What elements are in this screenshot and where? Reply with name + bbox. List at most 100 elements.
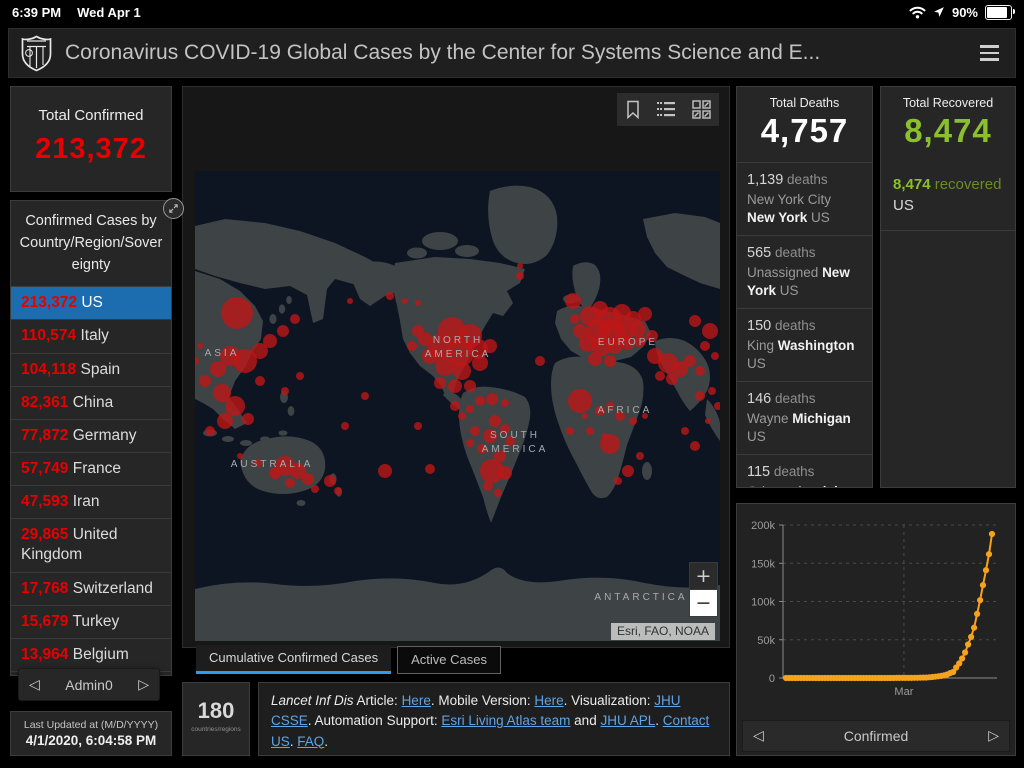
svg-text:Mar: Mar [894,686,913,698]
pager-label: Admin0 [65,676,113,693]
total-recovered-label: Total Recovered [902,96,994,110]
svg-text:50k: 50k [757,635,775,647]
country-row[interactable]: 213,372 US [11,287,171,321]
world-map[interactable]: ASIA NORTH AMERICA EUROPE AFRICA SOUTH AMERICA… [195,171,720,641]
svg-text:100k: 100k [751,597,775,609]
deaths-row[interactable]: 1,139 deaths New York City New York US [737,162,872,235]
recovered-row[interactable]: 8,474 recovered US [881,162,1015,231]
info-links-panel: Lancet Inf Dis Article: Here. Mobile Ver… [258,682,730,756]
region-count-value: 180 [197,698,235,723]
map-tab[interactable]: Active Cases [397,646,501,674]
info-text-segment: . Mobile Version: [430,693,535,708]
bookmark-icon[interactable] [625,100,641,119]
total-confirmed-label: Total Confirmed [38,107,144,124]
country-list-panel: Confirmed Cases by Country/Region/Sovere… [10,200,172,676]
svg-text:ASIA: ASIA [205,348,240,359]
info-text-segment: . Automation Support: [307,713,442,729]
trend-chart-panel: 0 50k 100k 150k 200k Mar ◁ Confirmed ▷ [736,503,1016,756]
status-bar: 6:39 PM Wed Apr 1 90% [0,0,1024,24]
info-text-segment: . [324,733,329,749]
jhu-logo-icon [21,35,52,72]
total-confirmed-value: 213,372 [35,133,147,165]
last-updated-panel: Last Updated at (M/D/YYYY) 4/1/2020, 6:0… [10,711,172,756]
svg-text:EUROPE: EUROPE [598,337,658,348]
menu-icon[interactable] [976,41,1003,65]
info-link[interactable]: Esri Living Atlas team [441,713,570,728]
app-header: Coronavirus COVID-19 Global Cases by the… [8,28,1016,78]
map-tabs: Cumulative Confirmed Cases Active Cases [196,645,501,674]
map-panel: ASIA NORTH AMERICA EUROPE AFRICA SOUTH AMERICA… [182,86,730,674]
pager-prev-icon[interactable]: ◁ [29,677,40,693]
svg-text:AUSTRALIA: AUSTRALIA [231,459,314,470]
location-arrow-icon [933,6,945,18]
region-count-label: countries/regions [191,726,241,733]
battery-icon [985,4,1015,20]
region-count-panel: 180 countries/regions [182,682,250,756]
country-row[interactable]: 29,865 United Kingdom [11,519,171,573]
last-updated-label: Last Updated at (M/D/YYYY) [23,719,159,731]
svg-text:200k: 200k [751,520,775,532]
country-row[interactable]: 104,118 Spain [11,354,171,387]
info-text-segment: . [655,713,663,729]
zoom-out-button[interactable]: − [690,590,717,616]
zoom-in-button[interactable]: + [690,563,717,590]
total-deaths-panel: Total Deaths 4,757 1,139 deaths New York … [736,86,873,488]
country-list: 213,372 US 110,574 Italy 104,118 Spain 82,3… [11,287,171,672]
info-link[interactable]: JHU APL [600,713,655,728]
chart-pager-next-icon[interactable]: ▷ [988,728,999,744]
info-link[interactable]: FAQ [297,734,324,749]
country-row[interactable]: 13,964 Belgium [11,639,171,672]
country-row[interactable]: 47,593 Iran [11,486,171,520]
chart-pager-prev-icon[interactable]: ◁ [753,728,764,744]
total-deaths-value: 4,757 [760,112,849,149]
info-text-segment: Article: [353,693,402,708]
country-row[interactable]: 77,872 Germany [11,420,171,453]
country-row[interactable]: 110,574 Italy [11,320,171,354]
svg-text:150k: 150k [751,558,775,570]
total-confirmed-panel: Total Confirmed 213,372 [10,86,172,192]
info-text-segment: and [570,713,601,729]
total-deaths-label: Total Deaths [769,96,840,110]
svg-text:SOUTH: SOUTH [490,430,540,441]
wifi-icon [909,6,926,19]
svg-text:0: 0 [769,673,775,685]
battery-percent: 90% [951,4,978,20]
svg-text:AMERICA: AMERICA [482,444,549,455]
confirmed-trend-chart: 0 50k 100k 150k 200k Mar [751,520,997,698]
total-recovered-value: 8,474 [904,112,992,149]
pager-next-icon[interactable]: ▷ [138,677,149,693]
country-row[interactable]: 17,768 Switzerland [11,573,171,606]
dashboard-screen: 6:39 PM Wed Apr 1 90% Coronavirus COVID-… [0,0,1024,768]
last-updated-value: 4/1/2020, 6:04:58 PM [25,733,157,748]
deaths-row[interactable]: 150 deaths King Washington US [737,308,872,381]
deaths-row[interactable]: 565 deaths Unassigned New York US [737,235,872,308]
map-attribution: Esri, FAO, NOAA [611,623,716,640]
info-text-segment: Lancet Inf Dis [271,693,354,708]
chart-pager: ◁ Confirmed ▷ [742,720,1010,752]
info-link[interactable]: Here [402,693,431,708]
svg-text:AMERICA: AMERICA [425,349,492,360]
svg-text:AFRICA: AFRICA [598,405,653,416]
page-title: Coronavirus COVID-19 Global Cases by the… [65,41,821,64]
country-row[interactable]: 82,361 China [11,387,171,420]
deaths-row[interactable]: 115 deathsOrleans Louisiana US [737,454,872,487]
map-tab[interactable]: Cumulative Confirmed Cases [196,645,392,674]
map-zoom-controls: + − [689,562,718,617]
basemap-icon[interactable] [692,100,711,119]
info-links-text: Lancet Inf Dis Article: Here. Mobile Ver… [271,691,717,755]
country-list-title: Confirmed Cases by Country/Region/Sovere… [11,201,171,288]
country-list-pager: ◁ Admin0 ▷ [18,668,160,701]
map-toolbar [617,93,719,126]
info-text-segment: . Visualization: [563,693,655,708]
recovered-list: 8,474 recovered US [881,162,1015,231]
legend-list-icon[interactable] [656,101,676,118]
expand-panel-icon[interactable] [163,198,184,219]
clock-time: 6:39 PM [12,4,62,20]
country-row[interactable]: 15,679 Turkey [11,606,171,639]
info-text-segment: Data [271,754,300,755]
chart-pager-label: Confirmed [843,728,909,744]
country-row[interactable]: 57,749 France [11,453,171,487]
deaths-row[interactable]: 146 deaths Wayne Michigan US [737,381,872,454]
svg-text:ANTARCTICA: ANTARCTICA [594,592,687,603]
info-link[interactable]: Here [534,693,563,708]
